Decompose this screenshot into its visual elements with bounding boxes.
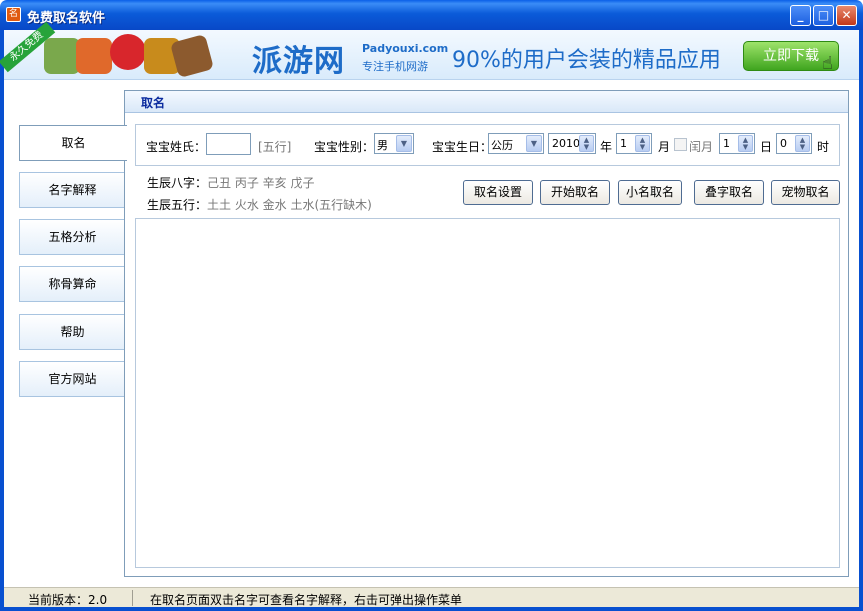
- wuxing-line: 生辰五行：土土 火水 金水 土水(五行缺木): [147, 196, 372, 213]
- tab-help[interactable]: 帮助: [19, 314, 125, 350]
- game-icons: [44, 33, 215, 79]
- panel-header: 取名: [125, 91, 848, 113]
- leap-month-label: 闰月: [689, 140, 714, 154]
- bazi-line: 生辰八字：己丑 丙子 辛亥 戊子: [147, 174, 314, 191]
- spin-arrows-icon[interactable]: ▲ ▼: [635, 135, 650, 152]
- hand-cursor-icon: ☝: [822, 53, 833, 74]
- client-area: 永久免费 派游网 Padyouxi.com 专注手机网游 90%的用户会装的精品…: [0, 21, 859, 607]
- banner-slogan: 90%的用户会装的精品应用: [452, 48, 721, 73]
- status-bar: 当前版本：2.0 在取名页面双击名字可查看名字解释，右击可弹出操作菜单: [4, 587, 859, 607]
- tab-name-explanation[interactable]: 名字解释: [19, 172, 125, 208]
- spin-arrows-icon[interactable]: ▲ ▼: [738, 135, 753, 152]
- hour-value: 0: [780, 137, 787, 150]
- gender-label: 宝宝性别：: [314, 140, 375, 154]
- day-value: 1: [723, 137, 730, 150]
- month-spinner[interactable]: 1 ▲ ▼: [616, 133, 652, 154]
- version-text: 当前版本：2.0: [28, 593, 108, 607]
- gender-select[interactable]: 男 ▼: [374, 133, 414, 154]
- wuxing-label: 生辰五行：: [147, 198, 208, 212]
- surname-label: 宝宝姓氏：: [146, 140, 207, 154]
- day-spinner[interactable]: 1 ▲ ▼: [719, 133, 755, 154]
- hour-unit: 时: [817, 140, 830, 154]
- pet-naming-button[interactable]: 宠物取名: [771, 180, 840, 205]
- maximize-button[interactable]: □: [813, 5, 834, 26]
- year-spinner[interactable]: 2010 ▲ ▼: [548, 133, 596, 154]
- repeat-char-name-button[interactable]: 叠字取名: [694, 180, 764, 205]
- nickname-button[interactable]: 小名取名: [618, 180, 682, 205]
- window-frame-right: [859, 30, 863, 611]
- year-unit: 年: [600, 140, 613, 154]
- name-results-list[interactable]: [135, 218, 840, 568]
- brand-domain: Padyouxi.com: [362, 42, 449, 55]
- year-value: 2010: [552, 137, 580, 150]
- birthday-label: 宝宝生日：: [432, 140, 493, 154]
- chevron-down-icon: ▼: [396, 135, 412, 152]
- spin-arrows-icon[interactable]: ▲ ▼: [795, 135, 810, 152]
- input-form: 宝宝姓氏： [五行] 宝宝性别： 男 ▼ 宝宝生日： 公历 ▼ 2010 ▲ ▼ …: [135, 124, 840, 166]
- leap-month-checkbox[interactable]: [674, 138, 687, 151]
- calendar-select[interactable]: 公历 ▼: [488, 133, 544, 154]
- chevron-down-icon: ▼: [526, 135, 542, 152]
- spin-arrows-icon[interactable]: ▲ ▼: [579, 135, 594, 152]
- surname-input[interactable]: [206, 133, 251, 155]
- bazi-label: 生辰八字：: [147, 176, 208, 190]
- hour-spinner[interactable]: 0 ▲ ▼: [776, 133, 812, 154]
- tab-naming[interactable]: 取名: [19, 125, 127, 161]
- bazi-value: 己丑 丙子 辛亥 戊子: [207, 176, 315, 190]
- status-divider: [132, 590, 133, 606]
- app-icon: 名: [6, 7, 21, 22]
- carrot-game-icon: [76, 38, 112, 74]
- brand-logo: 派游网: [252, 44, 345, 79]
- title-bar[interactable]: 名 免费取名软件 _ □ ✕: [0, 0, 863, 30]
- panel-title: 取名: [141, 96, 166, 110]
- status-tip: 在取名页面双击名字可查看名字解释，右击可弹出操作菜单: [150, 593, 463, 607]
- fruit-ninja-icon: [169, 33, 215, 79]
- day-unit: 日: [760, 140, 773, 154]
- close-button[interactable]: ✕: [836, 5, 857, 26]
- month-value: 1: [620, 137, 627, 150]
- brand-tagline: 专注手机网游: [362, 60, 428, 73]
- zombie-game-icon: [44, 38, 80, 74]
- start-naming-button[interactable]: 开始取名: [540, 180, 610, 205]
- window-title: 免费取名软件: [27, 11, 106, 26]
- naming-panel: 取名 宝宝姓氏： [五行] 宝宝性别： 男 ▼ 宝宝生日： 公历 ▼ 2010 …: [124, 90, 849, 577]
- month-unit: 月: [658, 140, 671, 154]
- calendar-value: 公历: [491, 139, 513, 152]
- wuxing-hint: [五行]: [258, 140, 292, 154]
- wuxing-value: 土土 火水 金水 土水(五行缺木): [207, 198, 372, 212]
- tab-wuge-analysis[interactable]: 五格分析: [19, 219, 125, 255]
- minimize-button[interactable]: _: [790, 5, 811, 26]
- gender-value: 男: [377, 139, 388, 152]
- tab-official-site[interactable]: 官方网站: [19, 361, 125, 397]
- naming-settings-button[interactable]: 取名设置: [463, 180, 533, 205]
- tab-bone-weighing[interactable]: 称骨算命: [19, 266, 125, 302]
- ad-banner[interactable]: 永久免费 派游网 Padyouxi.com 专注手机网游 90%的用户会装的精品…: [0, 21, 859, 80]
- angry-bird-icon: [110, 34, 146, 70]
